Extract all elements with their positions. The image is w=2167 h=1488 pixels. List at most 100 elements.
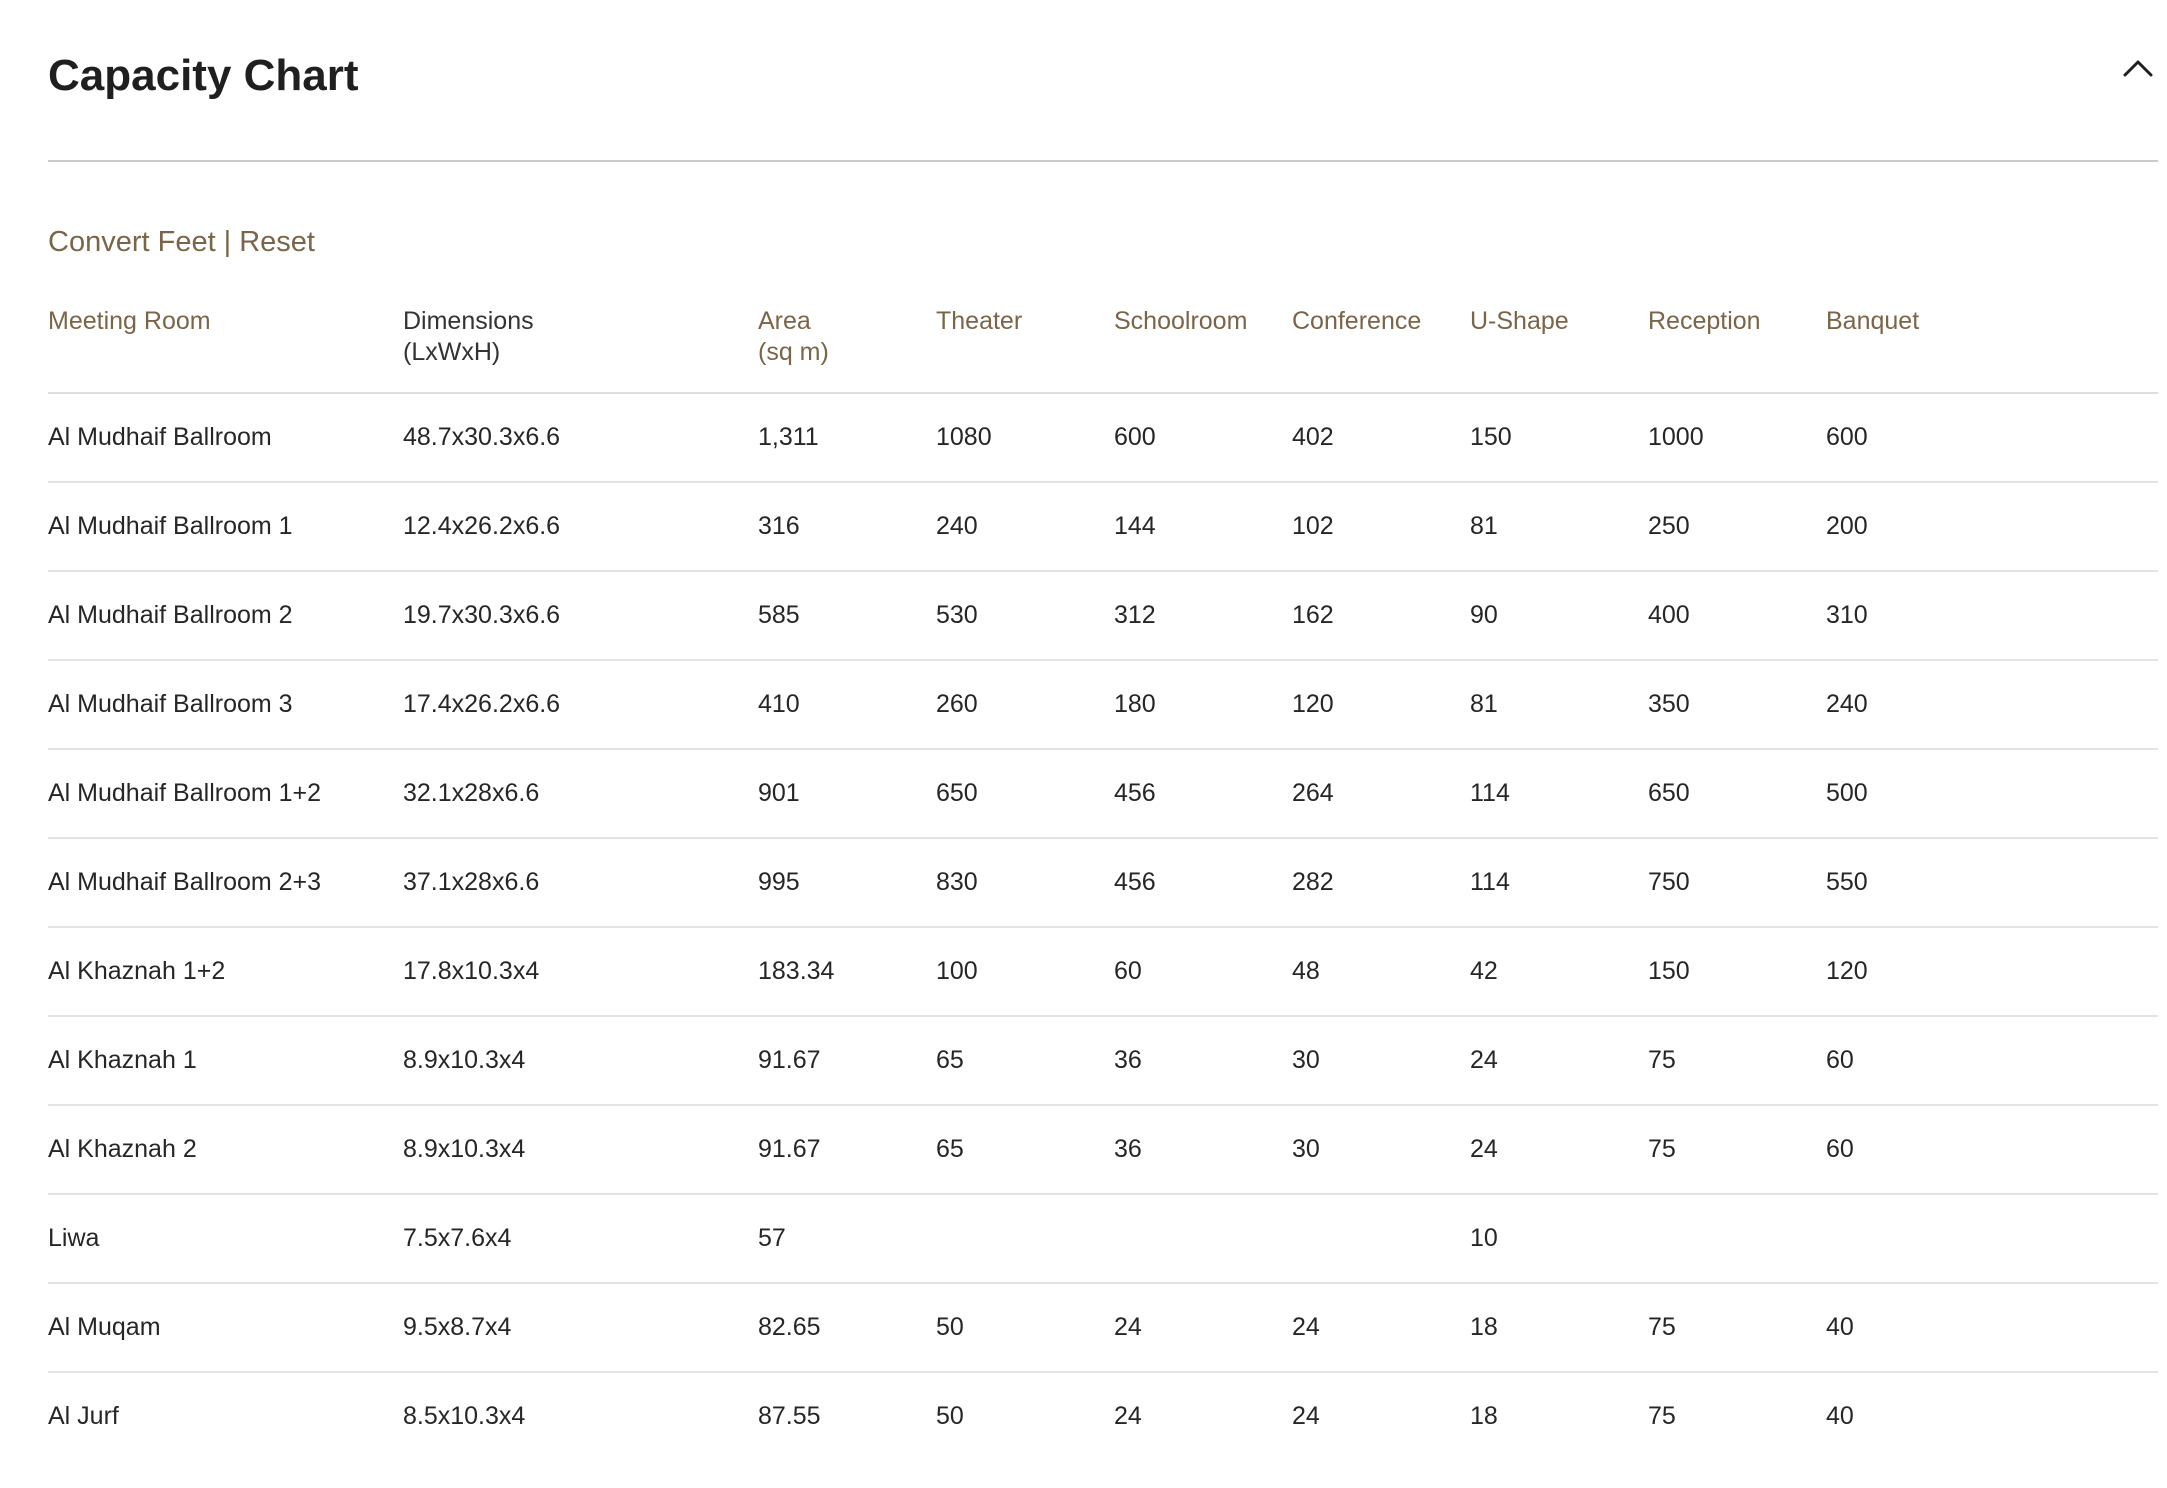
cell-area: 316	[758, 482, 936, 572]
table-row: Liwa 7.5x7.6x4 57 10	[48, 1194, 2158, 1284]
cell-dimensions: 8.9x10.3x4	[403, 1016, 758, 1106]
cell-reception: 75	[1648, 1016, 1826, 1106]
chevron-up-icon	[2122, 58, 2154, 83]
cell-conference: 48	[1292, 927, 1470, 1017]
cell-schoolroom: 36	[1114, 1105, 1292, 1195]
cell-meeting-room: Al Jurf	[48, 1402, 119, 1430]
cell-banquet: 60	[1826, 1105, 2158, 1195]
cell-theater: 50	[936, 1283, 1114, 1373]
cell-dimensions: 32.1x28x6.6	[403, 749, 758, 839]
cell-dimensions: 17.8x10.3x4	[403, 927, 758, 1017]
cell-area: 57	[758, 1194, 936, 1284]
capacity-table: Meeting Room Dimensions (LxWxH) Area (sq m…	[48, 306, 2158, 1460]
cell-meeting-room: Liwa	[48, 1194, 403, 1284]
cell-banquet: 310	[1826, 571, 2158, 661]
cell-theater: 65	[936, 1105, 1114, 1195]
cell-meeting-room: Al Khaznah 1	[48, 1016, 403, 1106]
cell-dimensions: 17.4x26.2x6.6	[403, 660, 758, 750]
cell-theater: 650	[936, 749, 1114, 839]
table-row: Al Jurf 8.5x10.3x4 87.55 50 24 24 18 75 …	[48, 1372, 2158, 1460]
cell-area: 585	[758, 571, 936, 661]
cell-meeting-room: Al Khaznah 2	[48, 1105, 403, 1195]
cell-u-shape: 114	[1470, 749, 1648, 839]
cell-dimensions: 8.5x10.3x4	[403, 1402, 526, 1430]
table-body: Al Mudhaif Ballroom 48.7x30.3x6.6 1,311 …	[48, 393, 2158, 1460]
column-header-meeting-room: Meeting Room	[48, 306, 403, 394]
cell-banquet: 40	[1826, 1402, 1854, 1430]
cell-meeting-room: Al Mudhaif Ballroom 2	[48, 571, 403, 661]
cell-theater: 830	[936, 838, 1114, 928]
header-row: Meeting Room Dimensions (LxWxH) Area (sq m…	[48, 306, 2158, 394]
cell-reception: 400	[1648, 571, 1826, 661]
cell-dimensions: 37.1x28x6.6	[403, 838, 758, 928]
cell-banquet: 240	[1826, 660, 2158, 750]
cell-banquet: 60	[1826, 1016, 2158, 1106]
column-header-conference: Conference	[1292, 306, 1470, 394]
cell-u-shape: 90	[1470, 571, 1648, 661]
cell-conference	[1292, 1194, 1470, 1284]
cell-area: 995	[758, 838, 936, 928]
cell-theater: 50	[936, 1402, 964, 1430]
cell-u-shape: 18	[1470, 1402, 1498, 1430]
cell-area: 91.67	[758, 1105, 936, 1195]
cell-dimensions: 7.5x7.6x4	[403, 1194, 758, 1284]
column-header-area: Area (sq m)	[758, 306, 936, 394]
cell-meeting-room: Al Mudhaif Ballroom 1+2	[48, 749, 403, 839]
cell-dimensions: 9.5x8.7x4	[403, 1283, 758, 1373]
cell-u-shape: 42	[1470, 927, 1648, 1017]
cell-area: 410	[758, 660, 936, 750]
table-row: Al Mudhaif Ballroom 48.7x30.3x6.6 1,311 …	[48, 393, 2158, 483]
cell-schoolroom	[1114, 1194, 1292, 1284]
table-row: Al Khaznah 1+2 17.8x10.3x4 183.34 100 60…	[48, 927, 2158, 1017]
cell-meeting-room: Al Mudhaif Ballroom 3	[48, 660, 403, 750]
cell-conference: 402	[1292, 393, 1470, 483]
cell-area: 183.34	[758, 927, 936, 1017]
column-header-theater: Theater	[936, 306, 1114, 394]
table-row: Al Mudhaif Ballroom 1+2 32.1x28x6.6 901 …	[48, 749, 2158, 839]
cell-conference: 24	[1292, 1402, 1320, 1430]
cell-conference: 120	[1292, 660, 1470, 750]
cell-reception: 150	[1648, 927, 1826, 1017]
cell-theater: 530	[936, 571, 1114, 661]
cell-reception: 350	[1648, 660, 1826, 750]
cell-banquet	[1826, 1194, 2158, 1284]
cell-conference: 264	[1292, 749, 1470, 839]
convert-feet-link[interactable]: Convert Feet	[48, 226, 216, 258]
cell-banquet: 200	[1826, 482, 2158, 572]
cell-u-shape: 24	[1470, 1016, 1648, 1106]
cell-schoolroom: 180	[1114, 660, 1292, 750]
cell-schoolroom: 24	[1114, 1402, 1142, 1430]
cell-banquet: 40	[1826, 1283, 2158, 1373]
cell-schoolroom: 144	[1114, 482, 1292, 572]
cell-conference: 24	[1292, 1283, 1470, 1373]
cell-schoolroom: 24	[1114, 1283, 1292, 1373]
cell-dimensions: 48.7x30.3x6.6	[403, 393, 758, 483]
cell-banquet: 600	[1826, 393, 2158, 483]
cell-theater: 100	[936, 927, 1114, 1017]
cell-schoolroom: 60	[1114, 927, 1292, 1017]
unit-controls: Convert Feet | Reset	[48, 220, 315, 264]
cell-banquet: 500	[1826, 749, 2158, 839]
cell-reception	[1648, 1194, 1826, 1284]
cell-area: 91.67	[758, 1016, 936, 1106]
cell-reception: 75	[1648, 1402, 1676, 1430]
cell-conference: 102	[1292, 482, 1470, 572]
cell-area: 901	[758, 749, 936, 839]
unit-separator: |	[223, 226, 232, 258]
cell-schoolroom: 456	[1114, 749, 1292, 839]
cell-reception: 75	[1648, 1105, 1826, 1195]
cell-reception: 750	[1648, 838, 1826, 928]
capacity-chart-header[interactable]: Capacity Chart	[48, 40, 2158, 152]
table-row: Al Muqam 9.5x8.7x4 82.65 50 24 24 18 75 …	[48, 1283, 2158, 1373]
column-header-dimensions: Dimensions (LxWxH)	[403, 306, 758, 394]
cell-area: 87.55	[758, 1402, 821, 1430]
table-row: Al Khaznah 2 8.9x10.3x4 91.67 65 36 30 2…	[48, 1105, 2158, 1195]
cell-schoolroom: 312	[1114, 571, 1292, 661]
cell-conference: 30	[1292, 1105, 1470, 1195]
collapse-button[interactable]	[2118, 50, 2158, 90]
cell-u-shape: 10	[1470, 1194, 1648, 1284]
column-header-reception: Reception	[1648, 306, 1826, 394]
cell-u-shape: 81	[1470, 482, 1648, 572]
cell-schoolroom: 600	[1114, 393, 1292, 483]
reset-link[interactable]: Reset	[239, 226, 315, 258]
